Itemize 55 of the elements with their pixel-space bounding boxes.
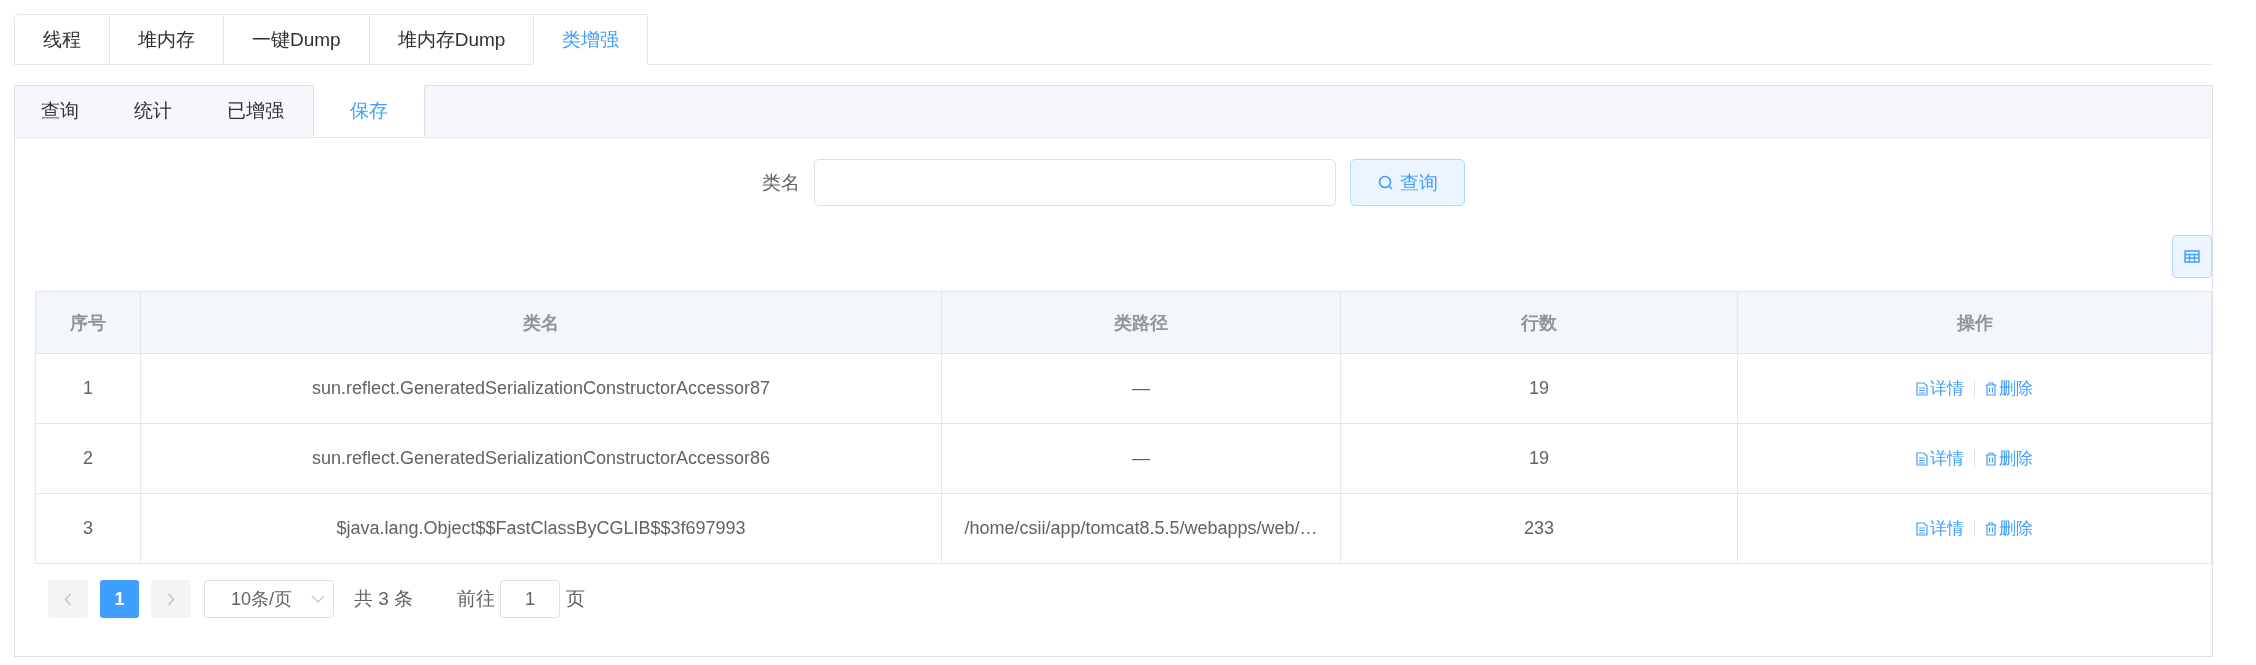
delete-link[interactable]: 删除 (1985, 377, 2033, 400)
chevron-down-icon (311, 595, 325, 603)
table-cell: — (1132, 378, 1150, 399)
delete-link[interactable]: 删除 (1985, 517, 2033, 540)
tab[interactable]: 查询 (15, 85, 108, 137)
column-header: 序号 (69, 311, 107, 335)
page-button[interactable]: 1 (100, 580, 139, 618)
tab[interactable]: 线程 (14, 14, 110, 65)
document-icon (1916, 381, 1928, 396)
column-header: 操作 (1737, 292, 2211, 353)
field-label: 类名 (762, 170, 800, 195)
total-count: 共 3 条 (354, 587, 414, 611)
trash-icon (1985, 451, 1997, 466)
table-cell: — (1132, 448, 1150, 469)
tab[interactable]: 统计 (108, 85, 201, 137)
tab[interactable]: 一键Dump (224, 14, 370, 65)
tab[interactable]: 堆内存 (110, 14, 224, 65)
column-header: 类名 (140, 292, 941, 353)
columns-button[interactable] (2172, 235, 2212, 278)
table-cell: 19 (1529, 448, 1549, 469)
tab[interactable]: 类增强 (534, 14, 649, 65)
search-icon (1377, 174, 1394, 191)
document-icon (1916, 451, 1928, 466)
goto-label: 前往 (457, 587, 496, 611)
search-field[interactable] (814, 159, 1336, 206)
previous-page-button[interactable] (48, 580, 88, 618)
table-cell: 2 (83, 448, 93, 469)
table-cell: /home/csii/app/tomcat8.5.5/webapps/web/… (964, 518, 1318, 539)
chevron-left-icon (64, 592, 72, 606)
trash-icon (1985, 381, 1997, 396)
chevron-right-icon (167, 592, 175, 606)
table-cell: 1 (83, 378, 93, 399)
details-link[interactable]: 详情 (1916, 377, 1964, 400)
page-input[interactable]: 1 (500, 580, 561, 618)
document-icon (1916, 521, 1928, 536)
table-cell: $java.lang.Object$$FastClassByCGLIB$$3f697993 (336, 518, 746, 539)
page-suffix: 页 (566, 587, 586, 611)
table-icon (2184, 250, 2200, 263)
tab[interactable]: 保存 (313, 85, 425, 137)
page-size-select[interactable]: 10条/页 (204, 580, 334, 618)
trash-icon (1985, 521, 1997, 536)
column-header: 类路径 (941, 292, 1340, 353)
table-cell: sun.reflect.GeneratedSerializationConstructorAccessor87 (311, 378, 771, 399)
delete-link[interactable]: 删除 (1985, 447, 2033, 470)
tab[interactable]: 堆内存Dump (369, 14, 535, 65)
table-cell: sun.reflect.GeneratedSerializationConstructorAccessor86 (311, 448, 771, 469)
details-link[interactable]: 详情 (1916, 447, 1964, 470)
table-cell: 19 (1529, 378, 1549, 399)
tab[interactable]: 已增强 (201, 85, 313, 137)
details-link[interactable]: 详情 (1916, 517, 1964, 540)
next-page-button[interactable] (151, 580, 191, 618)
table-cell: 3 (83, 518, 93, 539)
table-cell: 233 (1523, 518, 1554, 539)
column-header: 行数 (1340, 292, 1737, 353)
search-button[interactable]: 查询 (1350, 159, 1465, 206)
